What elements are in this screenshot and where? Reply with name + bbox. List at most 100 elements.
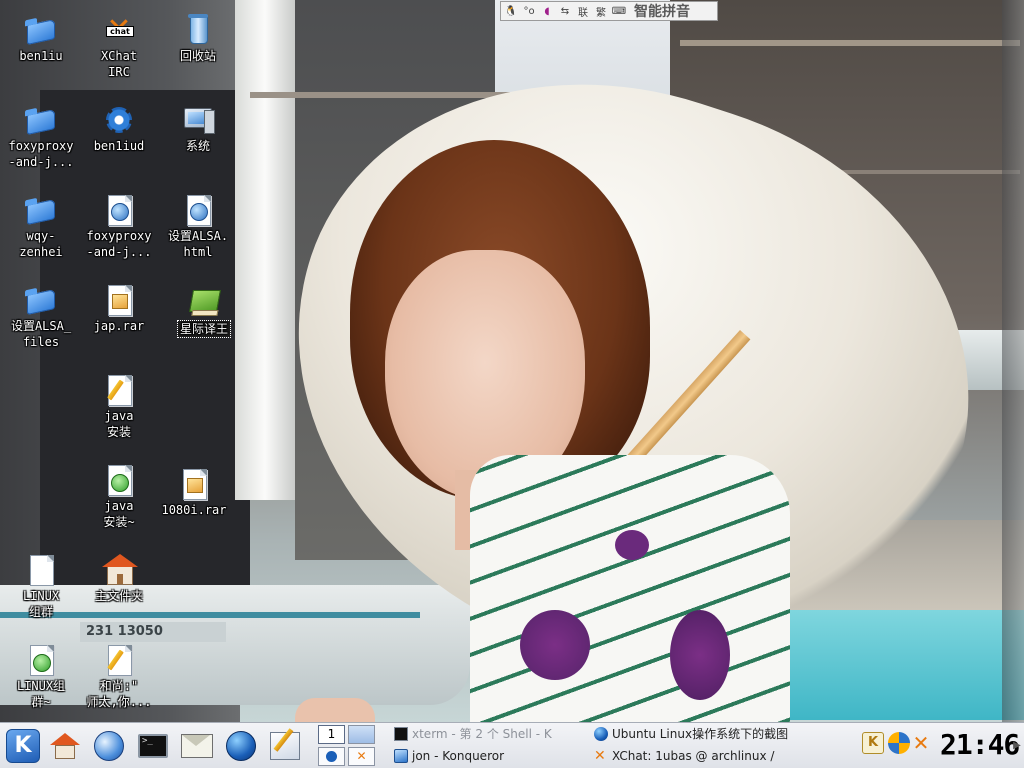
panel-clock[interactable]: 21:46	[940, 726, 1020, 764]
desktop-icon-label: java 安装~	[103, 499, 135, 529]
desktop-icon-stardict[interactable]: 星际译王	[161, 284, 247, 338]
text-document-icon	[103, 644, 135, 676]
archive-icon	[103, 284, 135, 316]
taskbar-item-label: xterm - 第 2 个 Shell - K	[412, 727, 552, 741]
wallpaper-hand	[295, 698, 375, 722]
desktop-icon-label: 设置ALSA_ files	[10, 319, 72, 349]
traditional-toggle-button[interactable]: 繁	[594, 4, 608, 19]
pager-desktop-3[interactable]	[318, 747, 345, 766]
tux-icon[interactable]: 🐧	[504, 4, 518, 18]
input-method-name[interactable]: 智能拼音	[634, 1, 690, 21]
desktop-icon-ben1iu[interactable]: ben1iu	[0, 14, 84, 64]
wallpaper-boat-number: 231 13050	[80, 622, 226, 642]
text-editor-icon	[270, 732, 300, 760]
desktop-icon-label: jap.rar	[93, 319, 145, 333]
desktop-icon-label: ben1iu	[19, 49, 63, 63]
editor-launcher[interactable]	[266, 727, 304, 765]
wallpaper-flower	[520, 610, 590, 680]
gear-icon	[103, 104, 135, 136]
desktop-icon-label: 星际译王	[176, 320, 232, 338]
archive-icon	[178, 468, 210, 500]
wallpaper-rail	[680, 40, 1020, 46]
desktop-icon-ben1iud[interactable]: ben1iud	[76, 104, 162, 154]
html-document-icon	[182, 194, 214, 226]
desktop-icon-wqy-zenhei[interactable]: wqy- zenhei	[0, 194, 84, 260]
desktop-icon-trash[interactable]: 回收站	[155, 14, 241, 64]
desktop-icon-label: 主文件夹	[94, 589, 143, 603]
swirl-icon[interactable]	[888, 732, 910, 754]
desktop-icon-alsa-files[interactable]: 设置ALSA_ files	[0, 284, 84, 350]
html-document-icon	[103, 194, 135, 226]
desktop-icon-system[interactable]: 系统	[155, 104, 241, 154]
desktop-icon-linux-group-backup[interactable]: LINUX组 群~	[0, 644, 84, 710]
taskbar-item-xchat[interactable]: ✕ XChat: 1ubas @ archlinux /	[592, 746, 788, 766]
desktop-icon-label: 1080i.rar	[161, 503, 227, 517]
wallpaper-pillar	[235, 0, 295, 500]
globe-icon	[326, 751, 337, 762]
computer-icon	[182, 104, 215, 136]
pager-desktop-1[interactable]: 1	[318, 725, 345, 744]
desktop-icon-label: ben1iud	[93, 139, 145, 153]
desktop-icon-xchat-irc[interactable]: ✕chat XChat IRC	[76, 14, 162, 80]
wallpaper-rail	[250, 92, 510, 98]
desktop-icon-monk-note[interactable]: 和尚:" 师太,你...	[76, 644, 162, 710]
wallpaper-flower	[615, 530, 649, 560]
taskbar-item-label: XChat: 1ubas @ archlinux /	[612, 749, 775, 763]
desktop-icon-label: java 安装	[104, 409, 134, 439]
folder-icon	[25, 104, 57, 136]
lian-toggle-button[interactable]: 联	[576, 4, 590, 19]
chinese-punct-icon[interactable]: °o	[522, 4, 536, 18]
desktop-icon-java-install[interactable]: java 安装	[76, 374, 162, 440]
desktop-icon-alsa-html[interactable]: 设置ALSA. html	[155, 194, 241, 260]
home-icon	[50, 733, 80, 759]
system-launcher[interactable]	[90, 727, 128, 765]
browser-launcher[interactable]	[222, 727, 260, 765]
trash-icon	[182, 14, 214, 46]
xchat-icon: ✕	[594, 748, 606, 764]
screen-edge-strip	[1002, 0, 1024, 722]
kde-menu-button[interactable]: K	[4, 727, 42, 765]
pager-desktop-2[interactable]	[348, 725, 375, 744]
keyboard-icon[interactable]: ⌨	[612, 4, 626, 18]
taskbar-item-ubuntu-screenshot[interactable]: Ubuntu Linux操作系统下的截图	[592, 724, 788, 744]
desktop-icon-foxyproxy-folder[interactable]: foxyproxy -and-j...	[0, 104, 84, 170]
folder-icon	[25, 194, 57, 226]
switch-icon[interactable]: ⇆	[558, 4, 572, 18]
desktop-icon-jap-rar[interactable]: jap.rar	[76, 284, 162, 334]
desktop-icon-label: foxyproxy -and-j...	[86, 229, 152, 259]
terminal-launcher[interactable]: >_	[134, 727, 172, 765]
moon-icon[interactable]: ◖	[540, 4, 554, 18]
home-launcher[interactable]	[46, 727, 84, 765]
desktop-icon-foxyproxy-html[interactable]: foxyproxy -and-j...	[76, 194, 162, 260]
taskbar-item-xterm[interactable]: xterm - 第 2 个 Shell - K	[392, 724, 588, 744]
desktop-icon-label: 设置ALSA. html	[167, 229, 229, 259]
taskbar-item-label: jon - Konqueror	[412, 749, 505, 763]
klipper-icon[interactable]: K	[862, 732, 884, 754]
input-method-bar[interactable]: 🐧 °o ◖ ⇆ 联 繁 ⌨ 智能拼音	[500, 1, 718, 21]
xchat-tray-icon[interactable]: ✕	[910, 732, 932, 754]
xchat-icon: ✕chat	[103, 14, 135, 46]
kde-menu-icon: K	[6, 729, 40, 763]
terminal-icon	[394, 727, 408, 741]
document-icon	[25, 554, 57, 586]
mail-icon	[181, 734, 213, 758]
document-icon	[25, 644, 57, 676]
desktop-icon-home-folder[interactable]: 主文件夹	[76, 554, 162, 604]
panel-hide-arrow-icon[interactable]: ▶	[1012, 728, 1022, 764]
mail-launcher[interactable]	[178, 727, 216, 765]
home-folder-icon	[102, 554, 138, 586]
desktop-icon-linux-group[interactable]: LINUX 组群	[0, 554, 84, 620]
desktop-icon-label: XChat IRC	[100, 49, 138, 79]
desktop-icon-1080i-rar[interactable]: 1080i.rar	[151, 468, 237, 518]
desktop-icon-label: wqy- zenhei	[19, 229, 63, 259]
taskbar-item-konqueror[interactable]: jon - Konqueror	[392, 746, 588, 766]
text-document-icon	[103, 464, 135, 496]
desktop-icon-label: 回收站	[179, 49, 216, 63]
desktop-icon-java-install-backup[interactable]: java 安装~	[76, 464, 162, 530]
desktop-icon-label: LINUX组 群~	[16, 679, 66, 709]
desktop-icon-label: LINUX 组群	[22, 589, 60, 619]
browser-globe-icon	[226, 731, 256, 761]
wallpaper-flower	[670, 610, 730, 700]
desktop-icon-label: 系统	[185, 139, 210, 153]
pager-desktop-4[interactable]: ✕	[348, 747, 375, 766]
